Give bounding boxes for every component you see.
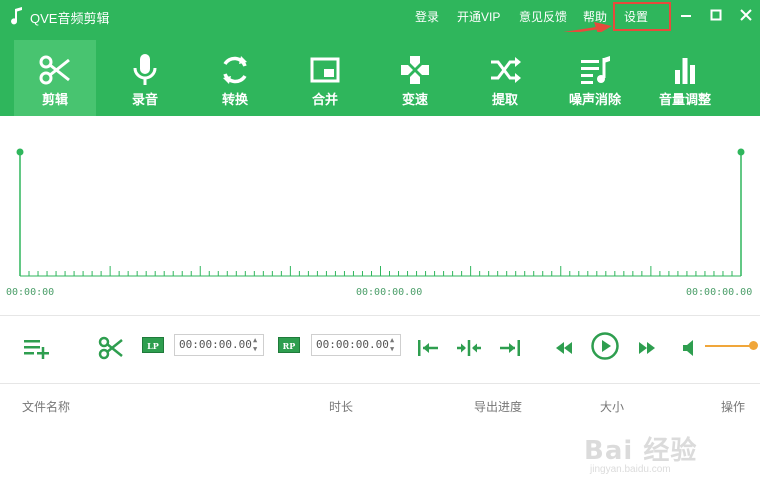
column-actions[interactable]: 操作 (721, 398, 745, 415)
watermark-brand: Bai 经验 (584, 436, 698, 466)
jump-start-icon[interactable] (414, 334, 442, 362)
tool-label: 噪声消除 (568, 92, 621, 107)
control-bar: LP 00:00:00.00 ▲ ▼ RP 00:00:00.00 ▲ ▼ (0, 316, 760, 384)
add-file-icon[interactable] (22, 334, 50, 362)
tool-label: 提取 (491, 92, 518, 107)
tool-label: 转换 (221, 92, 248, 107)
set-center-icon[interactable] (455, 334, 483, 362)
close-icon[interactable] (737, 6, 755, 24)
tool-label: 音量调整 (658, 92, 711, 107)
annotation-highlight-box (613, 2, 671, 31)
tool-label: 录音 (131, 92, 158, 107)
scissors-icon (39, 55, 70, 85)
tool-volume-adjust[interactable]: 音量调整 (644, 40, 726, 116)
convert-icon (223, 56, 247, 84)
rp-time-input[interactable]: 00:00:00.00 ▲ ▼ (311, 334, 401, 356)
tool-record[interactable]: 录音 (104, 40, 186, 116)
tool-label: 合并 (311, 92, 338, 107)
app-title: QVE音频剪辑 (30, 11, 110, 26)
volume-slider-knob[interactable] (748, 341, 758, 350)
column-size[interactable]: 大小 (600, 398, 624, 415)
login-link[interactable]: 登录 (415, 8, 439, 25)
waveform-area: 00:00:00 00:00:00.00 00:00:00.00 (0, 116, 760, 316)
baidu-watermark: Bai 经验 jingyan.baidu.com (582, 430, 722, 490)
volume-bars-icon (675, 58, 695, 84)
jump-end-icon[interactable] (496, 334, 524, 362)
tool-speed[interactable]: 变速 (374, 40, 456, 116)
tool-label: 变速 (401, 92, 428, 107)
tool-convert[interactable]: 转换 (194, 40, 276, 116)
left-marker-handle[interactable] (16, 148, 24, 156)
watermark-url: jingyan.baidu.com (590, 464, 671, 475)
minimize-icon[interactable] (677, 6, 695, 24)
play-icon[interactable] (590, 331, 620, 361)
lp-time-value: 00:00:00.00 (179, 338, 252, 351)
column-file-name[interactable]: 文件名称 (22, 398, 70, 415)
title-bar: QVE音频剪辑 登录 开通VIP 意见反馈 帮助 设置 (0, 0, 760, 32)
tool-extract[interactable]: 提取 (464, 40, 546, 116)
column-duration[interactable]: 时长 (329, 398, 353, 415)
lp-time-spinner[interactable]: ▲ ▼ (253, 336, 261, 354)
music-note-icon (11, 7, 22, 25)
speed-icon (401, 56, 429, 84)
cut-scissors-icon[interactable] (97, 334, 125, 362)
rp-time-spinner[interactable]: ▲ ▼ (390, 336, 398, 354)
tool-label: 剪辑 (41, 92, 68, 107)
rp-tag: RP (278, 337, 300, 353)
toolbar: 剪辑 录音 转换 合并 变速 提取 噪声消除 音量调整 (0, 32, 760, 116)
microphone-icon (133, 54, 157, 85)
right-marker-handle[interactable] (737, 148, 745, 156)
timeline-mid: 00:00:00.00 (356, 287, 423, 298)
timeline-end: 00:00:00.00 (686, 287, 753, 298)
lp-time-input[interactable]: 00:00:00.00 ▲ ▼ (174, 334, 264, 356)
tool-merge[interactable]: 合并 (284, 40, 366, 116)
timeline-ruler (16, 148, 745, 277)
rp-time-value: 00:00:00.00 (316, 338, 389, 351)
fast-forward-icon[interactable] (633, 334, 661, 362)
tool-noise-removal[interactable]: 噪声消除 (554, 40, 636, 116)
noise-removal-icon (581, 56, 610, 84)
maximize-icon[interactable] (707, 6, 725, 24)
volume-slider-track[interactable] (705, 345, 755, 347)
tool-cut[interactable]: 剪辑 (14, 40, 96, 116)
column-export-progress[interactable]: 导出进度 (474, 398, 522, 415)
rewind-icon[interactable] (550, 334, 578, 362)
merge-icon (310, 57, 340, 83)
timeline-start: 00:00:00 (6, 287, 55, 298)
speaker-icon[interactable] (678, 334, 706, 362)
shuffle-icon (491, 57, 521, 83)
lp-tag: LP (142, 337, 164, 353)
